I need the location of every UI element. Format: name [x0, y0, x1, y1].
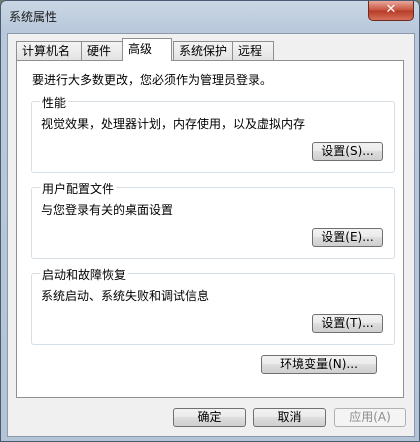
close-button[interactable]: ✕	[368, 1, 414, 21]
performance-description: 视觉效果，处理器计划，内存使用，以及虚拟内存	[41, 117, 306, 131]
startup-recovery-title: 启动和故障恢复	[40, 266, 129, 283]
startup-recovery-settings-button[interactable]: 设置(T)...	[312, 314, 383, 333]
window-title: 系统属性	[9, 10, 58, 24]
ok-button[interactable]: 确定	[173, 408, 246, 427]
tab-advanced[interactable]: 高级	[122, 38, 172, 61]
performance-title: 性能	[40, 94, 69, 111]
dialog-client-area: 计算机名 硬件 高级 系统保护 远程 要进行大多数更改，您必须作为管理员登录。 …	[7, 33, 415, 437]
startup-recovery-group: 启动和故障恢复 系统启动、系统失败和调试信息 设置(T)...	[31, 266, 395, 345]
tab-remote[interactable]: 远程	[232, 41, 274, 60]
system-properties-window: 系统属性 ✕ 计算机名 硬件 高级 系统保护 远程 要进行大多数更改，您必须作为…	[0, 0, 420, 442]
advanced-tab-panel: 要进行大多数更改，您必须作为管理员登录。 性能 视觉效果，处理器计划，内存使用，…	[16, 60, 404, 398]
close-icon: ✕	[385, 2, 397, 17]
admin-notice: 要进行大多数更改，您必须作为管理员登录。	[32, 73, 273, 87]
user-profiles-group: 用户配置文件 与您登录有关的桌面设置 设置(E)...	[31, 180, 395, 259]
user-profiles-settings-button[interactable]: 设置(E)...	[312, 228, 383, 247]
tab-system-protection[interactable]: 系统保护	[173, 41, 233, 60]
performance-group: 性能 视觉效果，处理器计划，内存使用，以及虚拟内存 设置(S)...	[31, 94, 395, 173]
apply-button[interactable]: 应用(A)	[334, 408, 406, 427]
environment-variables-button[interactable]: 环境变量(N)...	[261, 355, 377, 374]
cancel-button[interactable]: 取消	[253, 408, 326, 427]
performance-settings-button[interactable]: 设置(S)...	[312, 142, 383, 161]
tab-computer-name[interactable]: 计算机名	[16, 41, 82, 60]
user-profiles-description: 与您登录有关的桌面设置	[41, 203, 174, 217]
tab-hardware[interactable]: 硬件	[81, 41, 123, 60]
user-profiles-title: 用户配置文件	[40, 180, 117, 197]
startup-recovery-description: 系统启动、系统失败和调试信息	[41, 289, 210, 303]
